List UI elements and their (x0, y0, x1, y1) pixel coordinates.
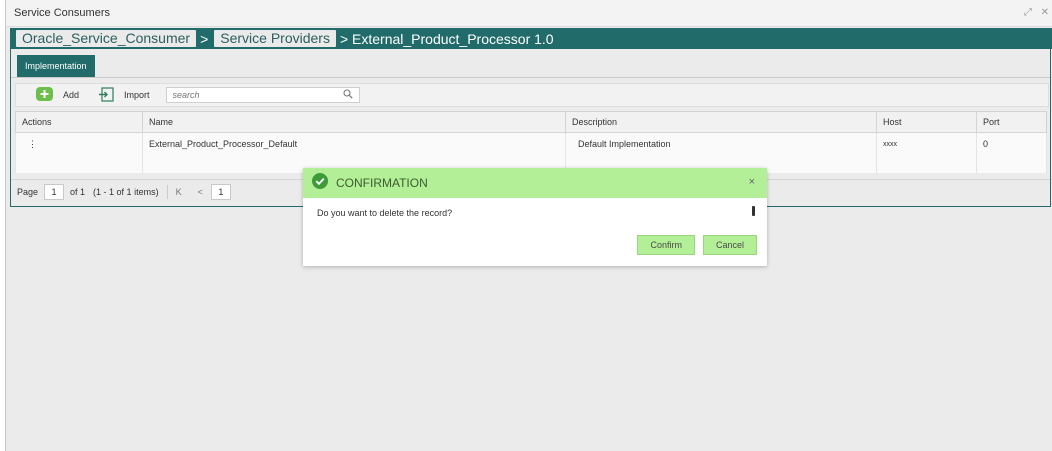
cell-host: xxxx (876, 132, 977, 155)
pager-divider (166, 185, 168, 199)
row-actions-menu-icon[interactable]: ⋮ (15, 132, 143, 155)
tab-implementation[interactable]: Implementation (17, 55, 95, 77)
dialog-buttons: Confirm Cancel (629, 235, 757, 255)
close-icon[interactable]: ✕ (1041, 7, 1049, 18)
breadcrumb-service-consumer[interactable]: Oracle_Service_Consumer (16, 30, 197, 47)
window-controls: ⤢ ✕ (1018, 0, 1049, 26)
dialog-title: CONFIRMATION (336, 176, 428, 190)
import-button[interactable]: Import (99, 86, 150, 104)
breadcrumb-separator: > (200, 30, 209, 47)
cancel-button[interactable]: Cancel (702, 235, 757, 255)
import-label: Import (124, 90, 150, 100)
search-icon[interactable] (342, 86, 353, 104)
window-title: Service Consumers (14, 7, 110, 19)
dialog-message: Do you want to delete the record? (317, 208, 453, 218)
confirmation-dialog: CONFIRMATION × Do you want to delete the… (303, 168, 767, 266)
pager-items-count: (1 - 1 of 1 items) (93, 187, 159, 197)
cell-description: Default Implementation (565, 132, 877, 155)
column-header-actions[interactable]: Actions (15, 111, 143, 133)
window-titlebar: Service Consumers ⤢ ✕ (6, 0, 1052, 27)
first-page-icon[interactable]: K (176, 187, 182, 197)
search-input[interactable] (172, 90, 313, 100)
column-header-port[interactable]: Port (976, 111, 1047, 133)
table-header-row: Actions Name Description Host Port (15, 111, 1047, 133)
current-page-button[interactable]: 1 (210, 184, 231, 200)
cell-name: External_Product_Processor_Default (142, 132, 566, 155)
dialog-header: CONFIRMATION × (303, 168, 767, 198)
search-box (165, 86, 360, 104)
breadcrumb: Oracle_Service_Consumer > Service Provid… (10, 28, 1052, 49)
pager-of-label: of 1 (70, 187, 86, 197)
breadcrumb-current: > External_Product_Processor 1.0 (339, 30, 554, 47)
import-icon (99, 86, 114, 104)
column-header-description[interactable]: Description (565, 111, 877, 133)
dialog-close-icon[interactable]: × (749, 176, 755, 188)
check-circle-icon (312, 172, 328, 194)
cell-port: 0 (976, 132, 1047, 155)
add-button[interactable]: Add (36, 87, 79, 103)
page-number-input[interactable]: 1 (44, 184, 65, 200)
pager-page-label: Page (17, 187, 39, 197)
column-header-host[interactable]: Host (876, 111, 977, 133)
add-label: Add (63, 90, 80, 100)
maximize-icon[interactable]: ⤢ (1024, 7, 1032, 18)
table-row[interactable]: ⋮ External_Product_Processor_Default Def… (15, 132, 1047, 155)
implementation-table: Actions Name Description Host Port ⋮ Ext… (15, 111, 1047, 173)
add-icon (36, 87, 53, 103)
toolbar: Add Import (15, 83, 1049, 107)
dialog-scrollbar[interactable] (752, 206, 755, 216)
prev-page-icon[interactable]: < (198, 187, 203, 197)
breadcrumb-service-providers[interactable]: Service Providers (214, 30, 336, 47)
column-header-name[interactable]: Name (142, 111, 566, 133)
confirm-button[interactable]: Confirm (637, 235, 695, 255)
tab-divider (11, 77, 1050, 78)
